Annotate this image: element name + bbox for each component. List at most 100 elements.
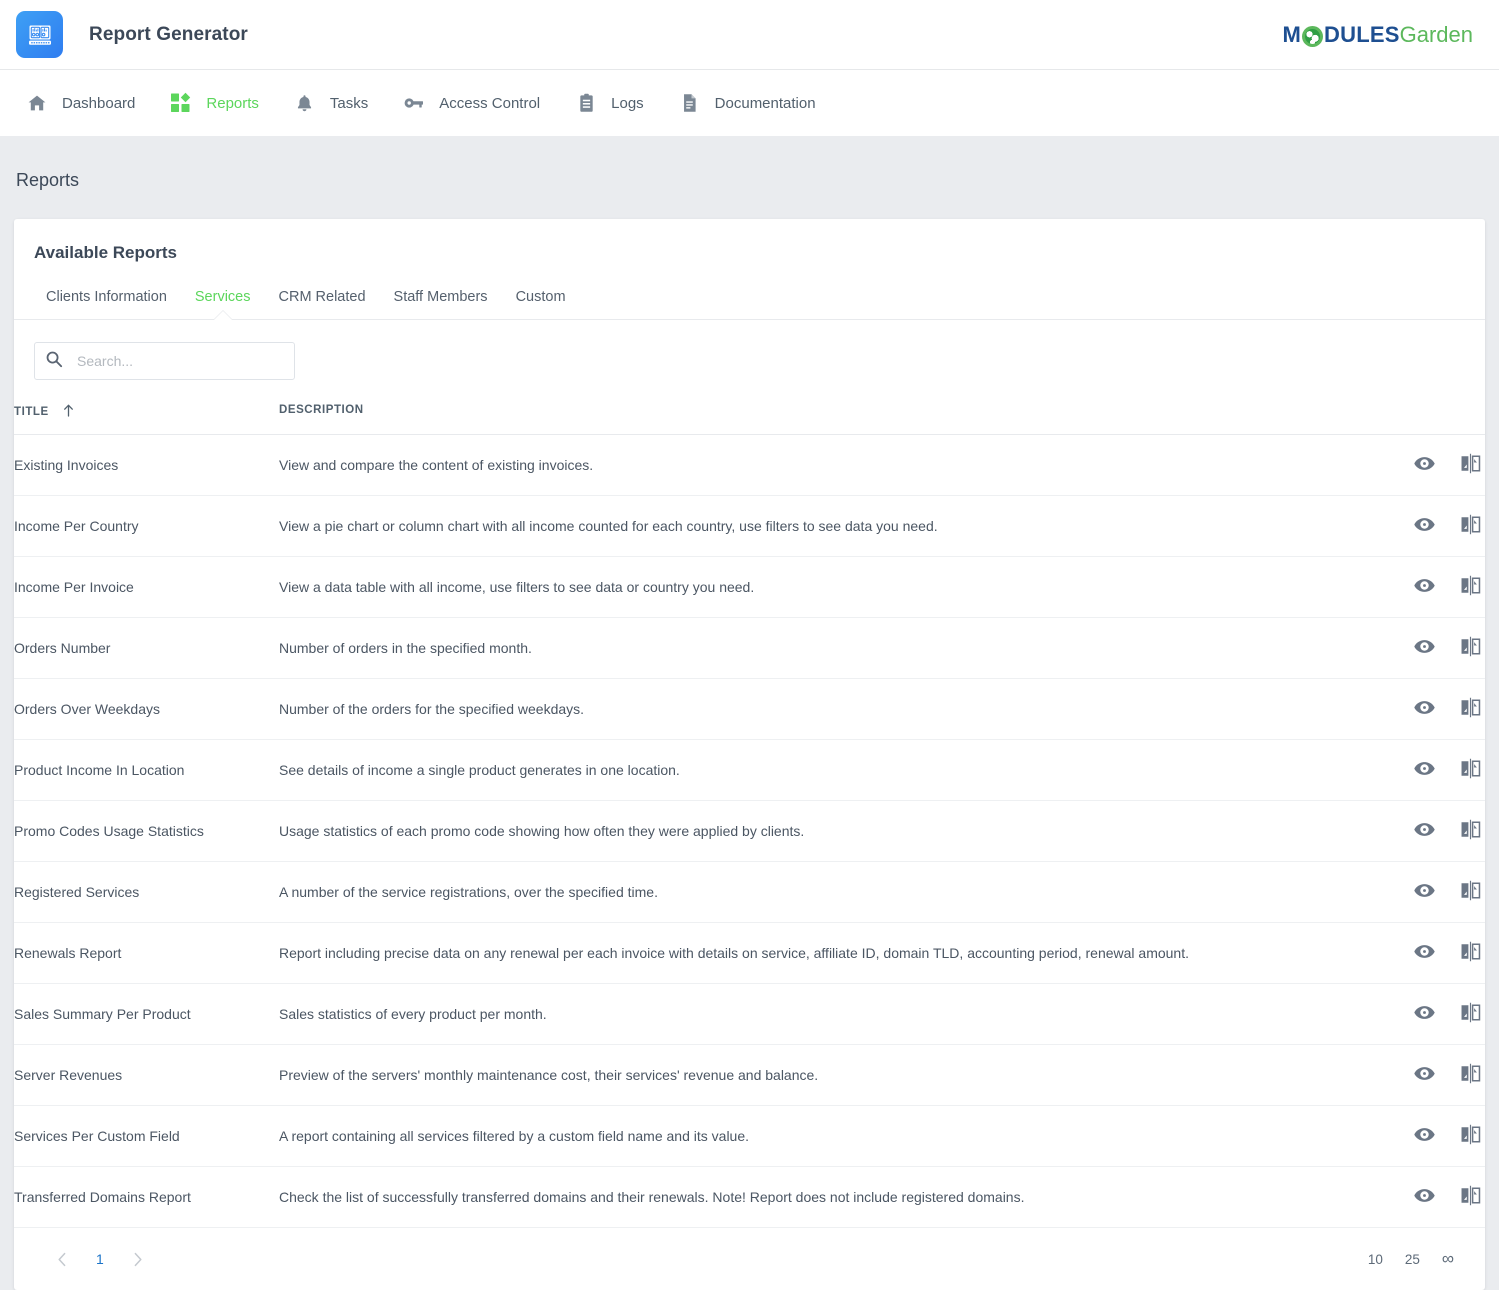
compare-report-button[interactable] [1455,635,1485,661]
grid-reports-icon [169,91,193,115]
preview-report-button[interactable] [1409,757,1439,783]
compare-icon [1460,819,1481,843]
preview-report-button[interactable] [1409,940,1439,966]
nav-item-tasks[interactable]: Tasks [276,70,385,136]
report-description-cell: Check the list of successfully transferr… [279,1167,1310,1228]
page-size-10[interactable]: 10 [1357,1252,1394,1267]
compare-report-button[interactable] [1455,452,1485,478]
compare-report-button[interactable] [1455,757,1485,783]
eye-icon [1414,639,1435,657]
page-size-all[interactable]: ∞ [1431,1249,1458,1269]
globe-icon [1302,26,1323,47]
brand-garden-word: Garden [1400,22,1473,48]
compare-report-button[interactable] [1455,1001,1485,1027]
search-icon [45,350,63,373]
top-header-bar: Report Generator M DULES Garden [0,0,1499,70]
preview-report-button[interactable] [1409,696,1439,722]
report-generator-app-icon [16,11,63,58]
search-input[interactable] [75,352,284,370]
table-row[interactable]: Promo Codes Usage StatisticsUsage statis… [14,801,1485,862]
document-icon [678,91,702,115]
nav-label-logs: Logs [611,95,644,112]
report-title-cell: Transferred Domains Report [14,1167,279,1228]
report-description-cell: Sales statistics of every product per mo… [279,984,1310,1045]
main-navigation: Dashboard Reports Tasks A [0,70,1499,136]
table-row[interactable]: Orders NumberNumber of orders in the spe… [14,618,1485,679]
report-actions-cell [1310,679,1485,740]
nav-label-dashboard: Dashboard [62,95,135,112]
page-size-25[interactable]: 25 [1394,1252,1431,1267]
table-row[interactable]: Orders Over WeekdaysNumber of the orders… [14,679,1485,740]
table-row[interactable]: Existing InvoicesView and compare the co… [14,435,1485,496]
report-description-cell: A report containing all services filtere… [279,1106,1310,1167]
report-title-cell: Sales Summary Per Product [14,984,279,1045]
compare-report-button[interactable] [1455,696,1485,722]
compare-report-button[interactable] [1455,879,1485,905]
table-row[interactable]: Transferred Domains ReportCheck the list… [14,1167,1485,1228]
compare-report-button[interactable] [1455,574,1485,600]
report-actions-cell [1310,740,1485,801]
page-title: Reports [14,136,1485,219]
table-row[interactable]: Server RevenuesPreview of the servers' m… [14,1045,1485,1106]
preview-report-button[interactable] [1409,1184,1439,1210]
nav-label-documentation: Documentation [715,95,816,112]
table-row[interactable]: Income Per InvoiceView a data table with… [14,557,1485,618]
compare-report-button[interactable] [1455,818,1485,844]
preview-report-button[interactable] [1409,574,1439,600]
preview-report-button[interactable] [1409,635,1439,661]
report-description-cell: View and compare the content of existing… [279,435,1310,496]
tab-custom[interactable]: Custom [502,279,580,319]
preview-report-button[interactable] [1409,1001,1439,1027]
active-tab-indicator [214,311,232,320]
nav-label-reports: Reports [206,95,259,112]
preview-report-button[interactable] [1409,818,1439,844]
nav-item-logs[interactable]: Logs [557,70,661,136]
home-icon [25,91,49,115]
preview-report-button[interactable] [1409,1123,1439,1149]
report-description-cell: Preview of the servers' monthly maintena… [279,1045,1310,1106]
nav-item-documentation[interactable]: Documentation [661,70,833,136]
report-title-cell: Income Per Invoice [14,557,279,618]
report-title-cell: Existing Invoices [14,435,279,496]
preview-report-button[interactable] [1409,879,1439,905]
preview-report-button[interactable] [1409,1062,1439,1088]
report-actions-cell [1310,435,1485,496]
preview-report-button[interactable] [1409,452,1439,478]
compare-report-button[interactable] [1455,1123,1485,1149]
column-header-description[interactable]: DESCRIPTION [279,396,1310,435]
pagination-next-button[interactable] [123,1244,153,1274]
nav-item-access-control[interactable]: Access Control [385,70,557,136]
compare-report-button[interactable] [1455,940,1485,966]
report-description-cell: View a data table with all income, use f… [279,557,1310,618]
compare-icon [1460,1002,1481,1026]
tab-clients-information[interactable]: Clients Information [32,279,181,319]
compare-icon [1460,1063,1481,1087]
report-description-cell: Report including precise data on any ren… [279,923,1310,984]
table-row[interactable]: Income Per CountryView a pie chart or co… [14,496,1485,557]
tab-services[interactable]: Services [181,279,265,319]
compare-report-button[interactable] [1455,1062,1485,1088]
search-box[interactable] [34,342,295,380]
table-row[interactable]: Services Per Custom FieldA report contai… [14,1106,1485,1167]
table-row[interactable]: Renewals ReportReport including precise … [14,923,1485,984]
nav-item-dashboard[interactable]: Dashboard [8,70,152,136]
page-content: Reports Available Reports Clients Inform… [0,136,1499,1290]
compare-icon [1460,758,1481,782]
tab-staff-members[interactable]: Staff Members [380,279,502,319]
compare-icon [1460,941,1481,965]
compare-icon [1460,514,1481,538]
eye-icon [1414,822,1435,840]
table-row[interactable]: Registered ServicesA number of the servi… [14,862,1485,923]
nav-item-reports[interactable]: Reports [152,70,276,136]
table-row[interactable]: Sales Summary Per ProductSales statistic… [14,984,1485,1045]
pagination-page-1[interactable]: 1 [77,1251,123,1267]
table-row[interactable]: Product Income In LocationSee details of… [14,740,1485,801]
compare-report-button[interactable] [1455,513,1485,539]
column-header-title[interactable]: TITLE [14,396,279,435]
report-title-cell: Orders Number [14,618,279,679]
tab-crm-related[interactable]: CRM Related [265,279,380,319]
compare-report-button[interactable] [1455,1184,1485,1210]
search-area [14,320,1485,396]
preview-report-button[interactable] [1409,513,1439,539]
pagination-prev-button[interactable] [47,1244,77,1274]
